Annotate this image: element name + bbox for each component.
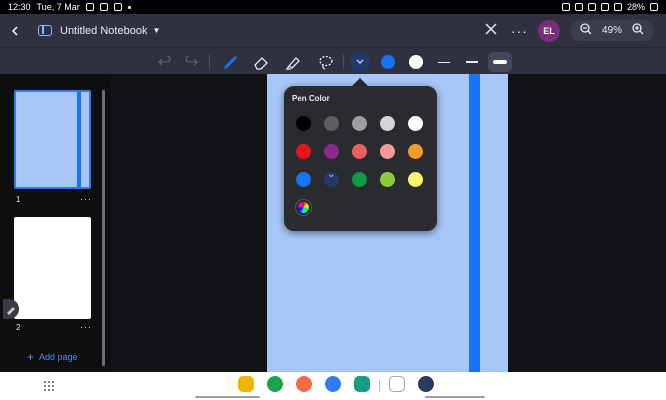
wifi-icon bbox=[600, 3, 609, 11]
color-swatch[interactable] bbox=[296, 144, 311, 159]
secondary-color-swatch[interactable] bbox=[406, 52, 426, 72]
settings-icon[interactable] bbox=[418, 376, 434, 392]
lasso-icon[interactable] bbox=[316, 52, 336, 72]
color-swatch[interactable] bbox=[408, 116, 423, 131]
hide-tools-icon[interactable] bbox=[481, 22, 501, 39]
user-avatar[interactable]: EL bbox=[537, 19, 560, 42]
page-stripe bbox=[469, 74, 480, 372]
popup-arrow bbox=[352, 78, 368, 86]
page-sidebar: 1 ··· 2 ··· + Add page bbox=[0, 74, 111, 372]
battery-percentage: 28% bbox=[626, 2, 645, 12]
more-options-icon[interactable]: ··· bbox=[511, 23, 528, 39]
color-swatch[interactable] bbox=[380, 172, 395, 187]
home-indicator-left bbox=[195, 396, 260, 398]
eraser-icon[interactable] bbox=[251, 52, 271, 72]
page-number-2: 2 bbox=[16, 323, 21, 332]
signal-icon bbox=[613, 3, 622, 11]
pen-color-popup: Pen Color bbox=[284, 86, 437, 231]
custom-color-wheel-icon[interactable] bbox=[296, 200, 311, 215]
sidebar-scrollbar[interactable] bbox=[102, 90, 105, 366]
drawing-toolbar bbox=[0, 47, 666, 74]
page-number-1: 1 bbox=[16, 195, 21, 204]
toolbar-divider bbox=[209, 54, 210, 69]
color-swatch[interactable] bbox=[352, 116, 367, 131]
color-swatch[interactable] bbox=[324, 169, 339, 187]
battery-icon bbox=[650, 3, 658, 11]
lock-icon bbox=[561, 3, 570, 11]
zoom-level: 49% bbox=[601, 25, 622, 36]
undo-icon[interactable] bbox=[155, 52, 175, 72]
color-swatch[interactable] bbox=[408, 144, 423, 159]
redo-icon[interactable] bbox=[181, 52, 201, 72]
settings-notification-icon bbox=[99, 3, 108, 11]
page-thumbnail-2[interactable] bbox=[14, 217, 91, 319]
notes-icon[interactable] bbox=[389, 376, 405, 392]
page-thumbnail-1[interactable] bbox=[14, 90, 91, 189]
apps-grid-icon[interactable] bbox=[43, 379, 55, 397]
calendar-icon[interactable] bbox=[354, 376, 370, 392]
app-header: Untitled Notebook ▼ ··· EL 49% bbox=[0, 14, 666, 47]
title-dropdown-chevron-icon[interactable]: ▼ bbox=[152, 26, 160, 35]
notebook-title[interactable]: Untitled Notebook bbox=[60, 25, 147, 37]
status-bar: 12:30 Tue, 7 Mar 28% bbox=[0, 0, 666, 14]
color-swatch[interactable] bbox=[352, 144, 367, 159]
gallery-notification-icon bbox=[85, 3, 94, 11]
status-date: Tue, 7 Mar bbox=[36, 2, 80, 12]
home-indicator-right bbox=[425, 396, 485, 398]
phone-icon[interactable] bbox=[267, 376, 283, 392]
bluetooth-icon bbox=[587, 3, 596, 11]
color-swatch[interactable] bbox=[324, 116, 339, 131]
stroke-thin-icon[interactable] bbox=[434, 52, 454, 72]
color-swatch[interactable] bbox=[296, 116, 311, 131]
messages-icon[interactable] bbox=[325, 376, 341, 392]
color-swatch[interactable] bbox=[324, 144, 339, 159]
plus-icon: + bbox=[27, 350, 35, 364]
zoom-controls: 49% bbox=[569, 20, 654, 41]
color-swatch[interactable] bbox=[380, 144, 395, 159]
color-swatch[interactable] bbox=[296, 172, 311, 187]
add-page-label: Add page bbox=[39, 352, 78, 362]
pen-icon[interactable] bbox=[219, 52, 239, 72]
dock-divider bbox=[379, 380, 380, 392]
status-time: 12:30 bbox=[8, 2, 31, 12]
add-page-button[interactable]: + Add page bbox=[27, 350, 78, 364]
checkbox-notification-icon bbox=[113, 3, 122, 11]
zoom-out-icon[interactable] bbox=[580, 23, 592, 38]
contacts-icon[interactable] bbox=[296, 376, 312, 392]
zoom-in-icon[interactable] bbox=[632, 23, 644, 38]
color-swatch[interactable] bbox=[380, 116, 395, 131]
taskbar bbox=[0, 372, 666, 400]
color-swatch[interactable] bbox=[352, 172, 367, 187]
notebook-icon bbox=[38, 25, 52, 36]
active-color-swatch[interactable] bbox=[378, 52, 398, 72]
stroke-medium-icon[interactable] bbox=[462, 52, 482, 72]
more-notifications-icon bbox=[127, 5, 131, 9]
files-icon[interactable] bbox=[238, 376, 254, 392]
thumbnail-stripe bbox=[77, 92, 81, 187]
color-swatch[interactable] bbox=[408, 172, 423, 187]
stroke-thick-icon[interactable] bbox=[488, 52, 512, 72]
alarm-icon bbox=[574, 3, 583, 11]
back-button[interactable] bbox=[0, 23, 30, 39]
popup-title: Pen Color bbox=[292, 94, 330, 103]
toolbar-divider bbox=[343, 54, 344, 69]
page-2-more-icon[interactable]: ··· bbox=[80, 322, 92, 332]
page-1-more-icon[interactable]: ··· bbox=[80, 194, 92, 204]
highlighter-icon[interactable] bbox=[283, 52, 303, 72]
color-picker-toggle-icon[interactable] bbox=[350, 52, 370, 72]
